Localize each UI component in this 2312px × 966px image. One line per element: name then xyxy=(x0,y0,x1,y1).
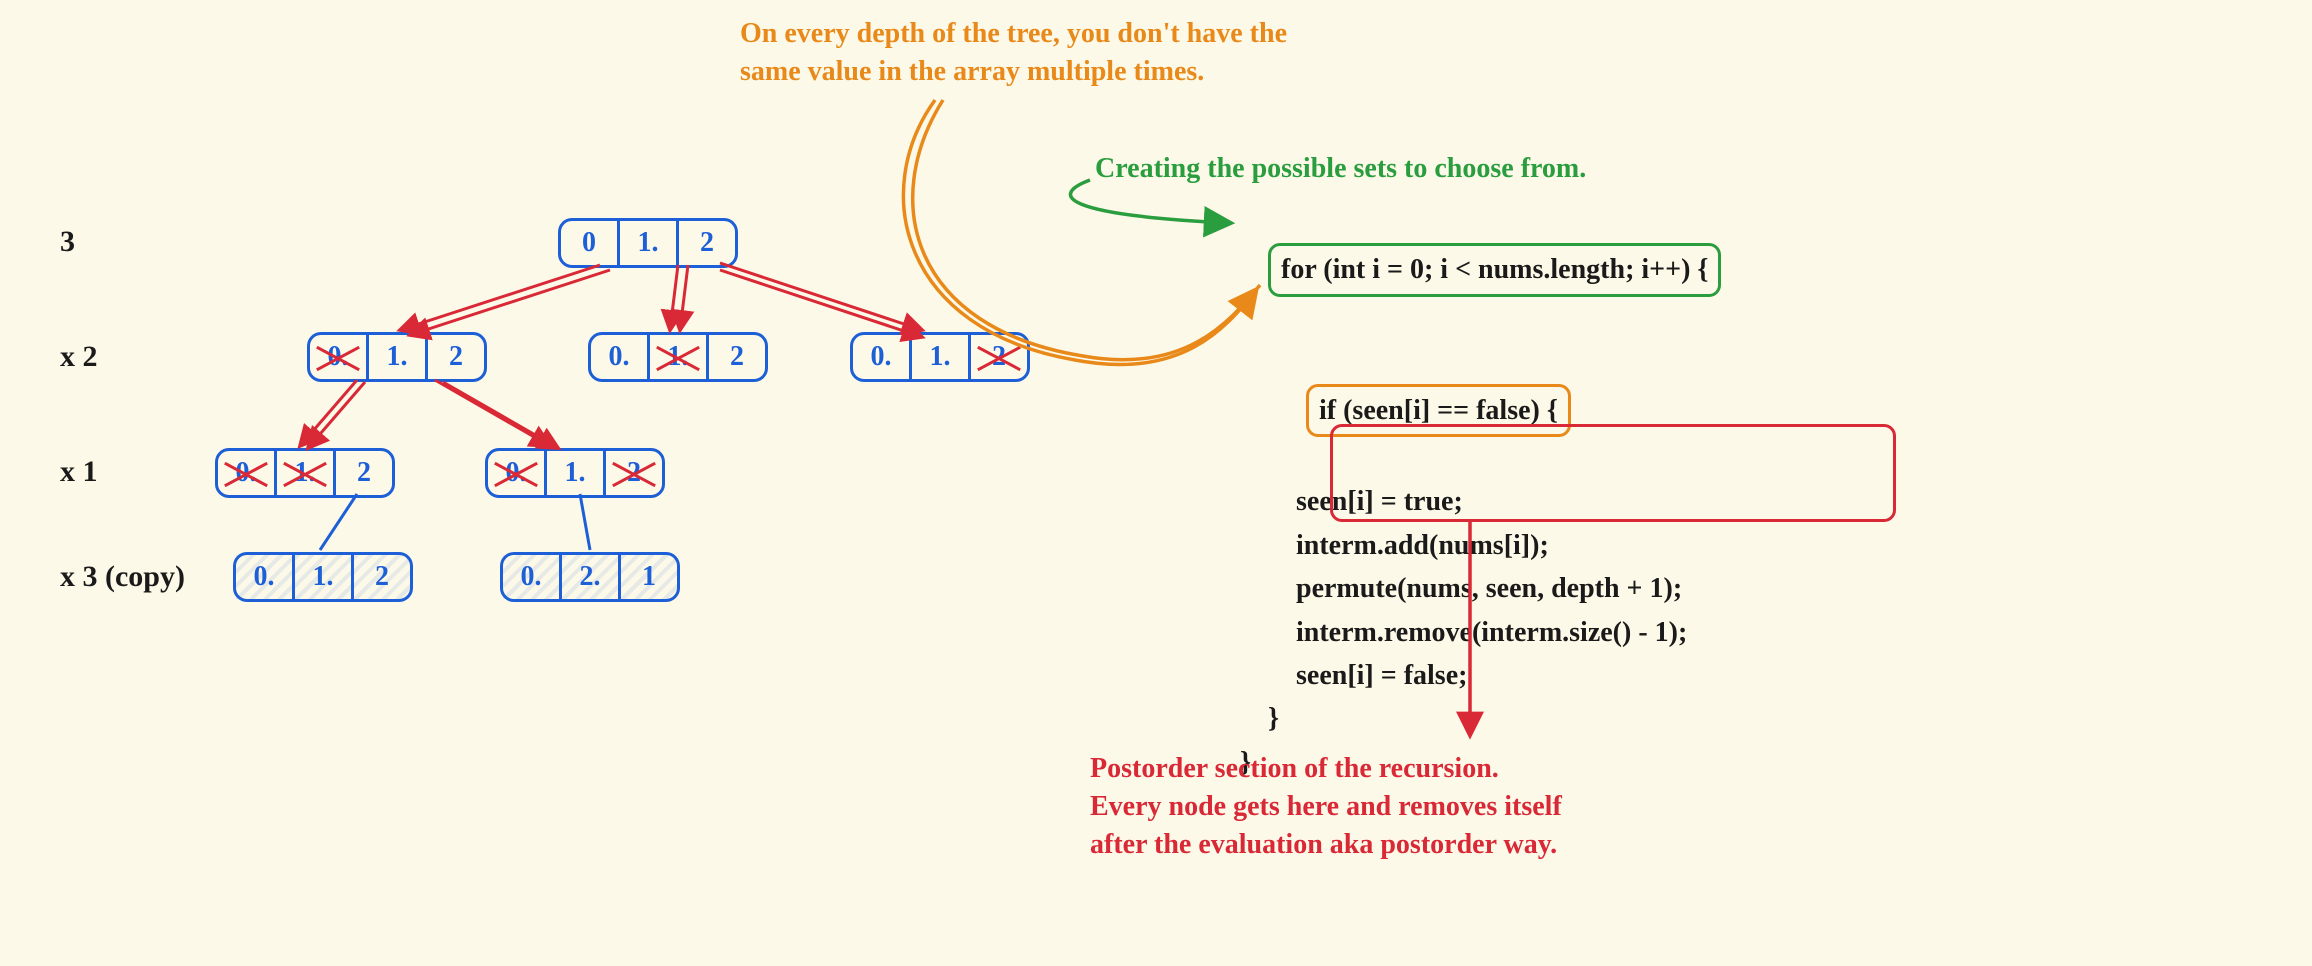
postorder-outline xyxy=(1330,424,1896,522)
cell: 2 xyxy=(425,335,484,379)
code-for-outline: for (int i = 0; i < nums.length; i++) { xyxy=(1268,243,1721,296)
code-line-seen-false: seen[i] = false; xyxy=(1240,654,1721,697)
annotation-green-sets: Creating the possible sets to choose fro… xyxy=(1095,150,1586,188)
tree-r2-0: 0. 1. 2 xyxy=(215,448,395,498)
annotation-orange-depth: On every depth of the tree, you don't ha… xyxy=(740,15,1640,91)
row-label-x1: x 1 xyxy=(60,455,98,489)
cell: 1. xyxy=(544,451,603,495)
tree-r2-1: 0. 1. 2 xyxy=(485,448,665,498)
code-line-permute: permute(nums, seen, depth + 1); xyxy=(1240,567,1721,610)
code-line-interm-rem: interm.remove(interm.size() - 1); xyxy=(1240,611,1721,654)
tree-root: 0 1. 2 xyxy=(558,218,738,268)
tree-copy-0: 0. 1. 2 xyxy=(233,552,413,602)
cell: 2 xyxy=(333,451,392,495)
tree-r1-2: 0. 1. 2 xyxy=(850,332,1030,382)
cell: 0. xyxy=(503,555,559,599)
cell: 1. xyxy=(647,335,706,379)
cell: 0. xyxy=(591,335,647,379)
tree-r1-0: 0. 1. 2 xyxy=(307,332,487,382)
code-line-for: for (int i = 0; i < nums.length; i++) { xyxy=(1240,200,1721,340)
tree-copy-1: 0. 2. 1 xyxy=(500,552,680,602)
cell: 1. xyxy=(366,335,425,379)
annotation-red-postorder: Postorder section of the recursion.Every… xyxy=(1090,750,1910,863)
row-label-3: 3 xyxy=(60,225,75,259)
row-label-x2: x 2 xyxy=(60,340,98,374)
cell: 2 xyxy=(676,221,735,265)
cell: 0. xyxy=(218,451,274,495)
cell: 1. xyxy=(617,221,676,265)
cell: 2 xyxy=(706,335,765,379)
code-line-close-inner: } xyxy=(1240,697,1721,740)
cell: 2. xyxy=(559,555,618,599)
cell: 0. xyxy=(236,555,292,599)
cell: 0. xyxy=(310,335,366,379)
cell: 2 xyxy=(968,335,1027,379)
cell: 0. xyxy=(853,335,909,379)
cell: 0 xyxy=(561,221,617,265)
arrow-orange xyxy=(903,100,1256,365)
cell: 1. xyxy=(292,555,351,599)
tree-r1-1: 0. 1. 2 xyxy=(588,332,768,382)
cell: 1. xyxy=(274,451,333,495)
code-line-interm-add: interm.add(nums[i]); xyxy=(1240,524,1721,567)
cell: 1. xyxy=(909,335,968,379)
cell: 0. xyxy=(488,451,544,495)
cell: 1 xyxy=(618,555,677,599)
cell: 2 xyxy=(603,451,662,495)
row-label-x3-copy: x 3 (copy) xyxy=(60,560,185,594)
cell: 2 xyxy=(351,555,410,599)
